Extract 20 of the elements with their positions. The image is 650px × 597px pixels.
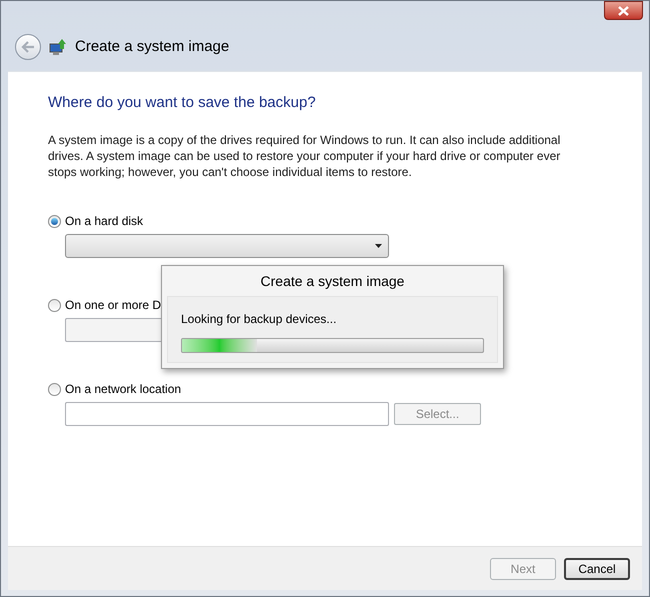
close-button[interactable]	[604, 1, 643, 20]
radio-label: On one or more D	[65, 297, 162, 314]
status-message: Looking for backup devices...	[181, 311, 338, 328]
radio-label: On a hard disk	[65, 213, 144, 230]
radio-label: On a network location	[65, 381, 182, 398]
radio-button[interactable]	[48, 214, 61, 228]
dialog-title: Create a system image	[260, 272, 406, 291]
window-title: Create a system image	[75, 36, 230, 57]
radio-button[interactable]	[48, 382, 61, 396]
dialog-button[interactable]: Cancel	[564, 558, 630, 580]
back-button[interactable]	[15, 34, 41, 60]
back-arrow-icon	[21, 41, 35, 53]
page-heading: Where do you want to save the backup?	[48, 94, 317, 112]
close-icon	[618, 6, 629, 16]
drive-dropdown[interactable]	[65, 234, 389, 258]
description-text: A system image is a copy of the drives required for Windows to run. It can also include additional drives. A system image can be used to restore your computer if your hard drive or computer ever stops working; however, you can't choose individual items to restore.	[48, 132, 562, 180]
dropdown-arrow-icon	[375, 244, 382, 248]
input-field[interactable]	[65, 402, 389, 426]
radio-button[interactable]	[48, 298, 61, 312]
computer-backup-icon	[49, 38, 67, 56]
